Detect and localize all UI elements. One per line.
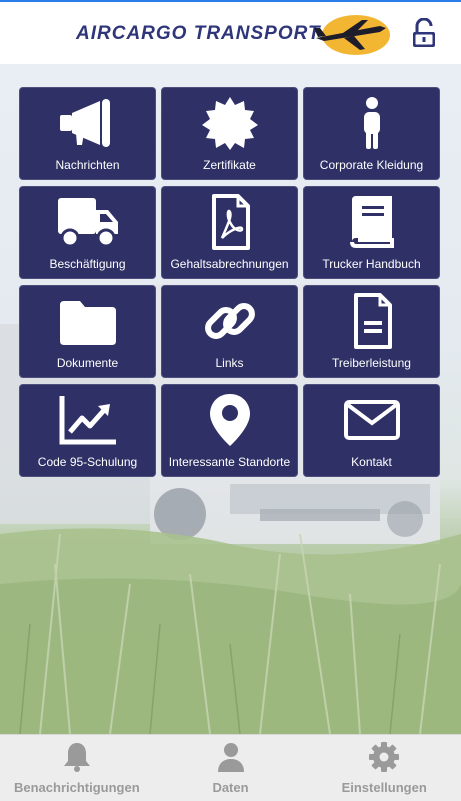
tile-zertifikate[interactable]: Zertifikate [161,87,298,180]
bottom-tab-bar: Benachrichtigungen Daten Einstellungen [0,734,461,801]
tile-kontakt[interactable]: Kontakt [303,384,440,477]
tab-daten[interactable]: Daten [154,735,308,801]
person-icon [363,97,380,149]
tile-label: Trucker Handbuch [322,257,421,271]
tile-label: Nachrichten [55,158,120,172]
user-icon [217,743,244,772]
tile-label: Code 95-Schulung [37,455,138,469]
chart-trend-icon [59,396,116,445]
tile-beschaeftigung[interactable]: Beschäftigung [19,186,156,279]
tab-einstellungen[interactable]: Einstellungen [307,735,461,801]
aircargo-logo: AIRCARGO TRANSPORT [76,14,392,56]
unlock-icon[interactable] [411,18,437,48]
tile-trucker-handbuch[interactable]: Trucker Handbuch [303,186,440,279]
tile-code-95-schulung[interactable]: Code 95-Schulung [19,384,156,477]
book-icon [349,196,394,248]
tile-label: Zertifikate [203,158,256,172]
tile-label: Links [215,356,244,370]
app-header: AIRCARGO TRANSPORT [0,2,461,64]
bell-icon [63,743,90,772]
tile-treiberleistung[interactable]: Treiberleistung [303,285,440,378]
map-pin-icon [209,394,250,446]
tab-benachrichtigungen[interactable]: Benachrichtigungen [0,735,154,801]
envelope-icon [343,400,400,440]
pdf-file-icon [211,194,250,250]
tile-label: Dokumente [56,356,119,370]
tile-label: Corporate Kleidung [319,158,424,172]
tile-label: Interessante Standorte [168,455,291,469]
megaphone-icon [59,99,110,147]
tile-interessante-standorte[interactable]: Interessante Standorte [161,384,298,477]
tile-label: Kontakt [351,455,392,469]
tab-label: Einstellungen [341,780,427,795]
tile-links[interactable]: Links [161,285,298,378]
link-icon [204,303,255,339]
document-icon [353,293,392,349]
logo-text: AIRCARGO TRANSPORT [76,23,321,44]
folder-icon [59,301,116,345]
tile-dokumente[interactable]: Dokumente [19,285,156,378]
gear-icon [369,742,400,772]
seal-icon [201,97,258,150]
tile-gehaltsabrechnungen[interactable]: Gehaltsabrechnungen [161,186,298,279]
airplane-icon [314,15,390,55]
tile-corporate-kleidung[interactable]: Corporate Kleidung [303,87,440,180]
tile-label: Treiberleistung [332,356,411,370]
tile-label: Beschäftigung [49,257,126,271]
menu-grid: Nachrichten Zertifikate Corporate Kleidu… [19,87,440,477]
tile-nachrichten[interactable]: Nachrichten [19,87,156,180]
truck-icon [57,198,118,248]
tile-label: Gehaltsabrechnungen [170,257,289,271]
tab-label: Benachrichtigungen [13,780,140,795]
tab-label: Daten [212,780,249,795]
